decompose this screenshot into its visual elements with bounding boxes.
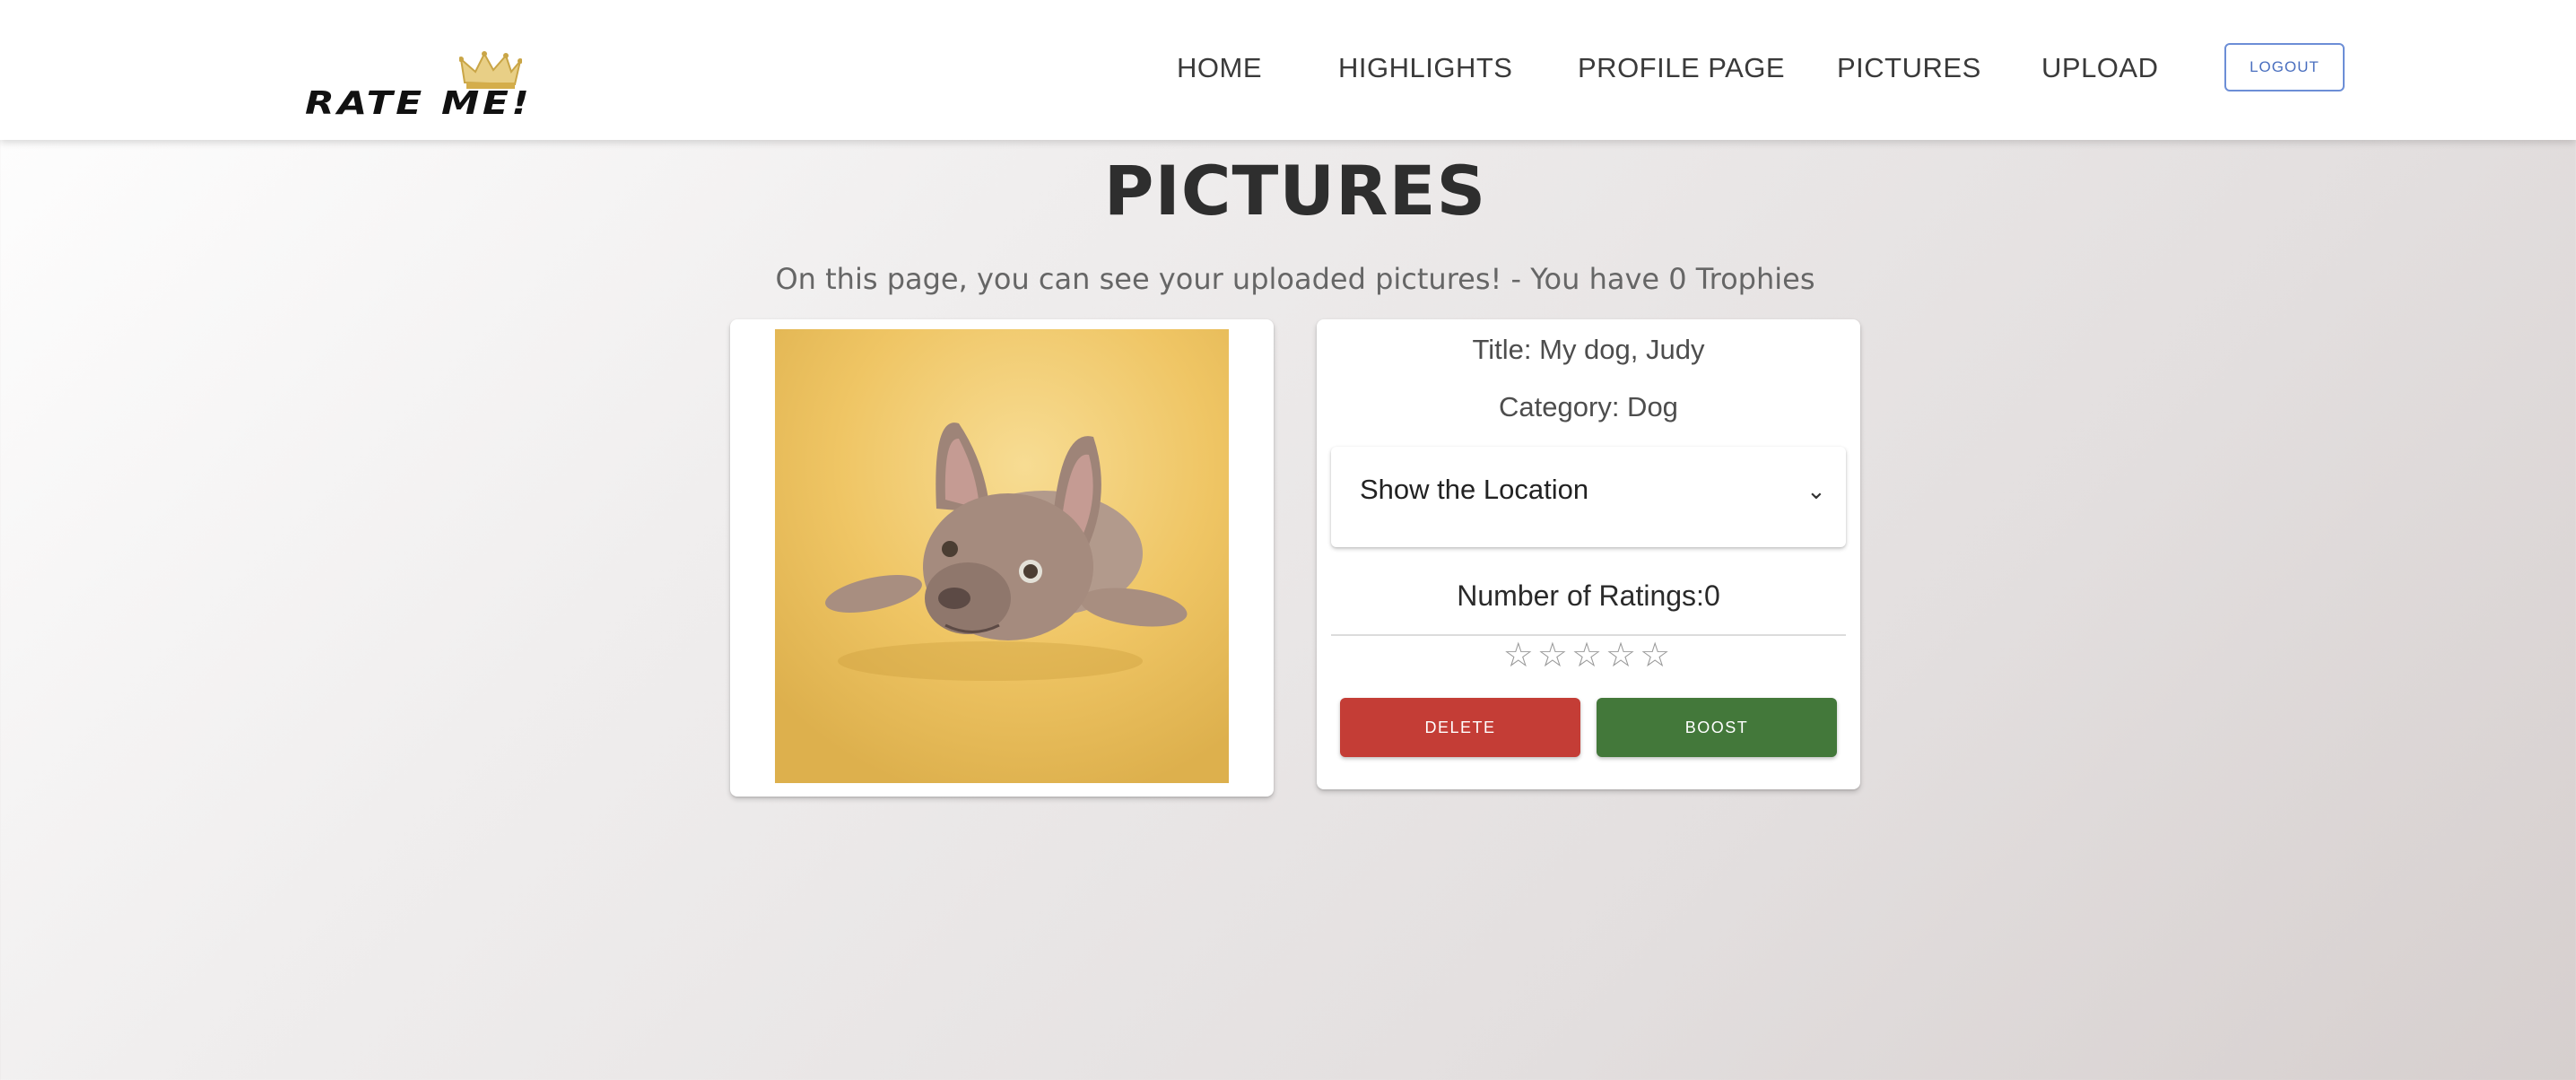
- page-subtitle: On this page, you can see your uploaded …: [775, 262, 1815, 296]
- picture-card: [730, 319, 1274, 797]
- star-4-icon[interactable]: ☆: [1606, 635, 1640, 675]
- picture-details-card: Title: My dog, Judy Category: Dog Show t…: [1317, 319, 1860, 789]
- star-5-icon[interactable]: ☆: [1640, 635, 1674, 675]
- nav-upload[interactable]: UPLOAD: [2041, 52, 2158, 84]
- nav-pictures[interactable]: PICTURES: [1837, 52, 1981, 84]
- logo-text: RATE ME!: [305, 85, 533, 122]
- top-navbar: RATE ME! HOME HIGHLIGHTS PROFILE PAGE PI…: [0, 0, 2576, 140]
- nav-highlights[interactable]: HIGHLIGHTS: [1338, 52, 1512, 84]
- chevron-down-icon: ⌄: [1806, 477, 1826, 504]
- picture-title: Title: My dog, Judy: [1472, 334, 1705, 365]
- location-toggle-label: Show the Location: [1360, 474, 1589, 505]
- star-3-icon[interactable]: ☆: [1571, 635, 1606, 675]
- rate-me-logo[interactable]: RATE ME!: [305, 47, 529, 122]
- picture-category: Category: Dog: [1499, 391, 1678, 422]
- show-location-expander[interactable]: Show the Location ⌄: [1331, 447, 1846, 547]
- logout-button[interactable]: LOGOUT: [2224, 43, 2345, 91]
- nav-profile-page[interactable]: PROFILE PAGE: [1578, 52, 1785, 84]
- ratings-count: Number of Ratings:0: [1457, 579, 1720, 612]
- star-rating: ☆☆☆☆☆: [1317, 635, 1860, 675]
- nav-home[interactable]: HOME: [1177, 52, 1262, 84]
- star-1-icon[interactable]: ☆: [1503, 635, 1537, 675]
- page-title: PICTURES: [1103, 151, 1487, 231]
- boost-button[interactable]: BOOST: [1597, 698, 1837, 757]
- french-bulldog-image: [775, 329, 1229, 783]
- star-2-icon[interactable]: ☆: [1537, 635, 1571, 675]
- uploaded-picture: [775, 329, 1229, 783]
- delete-button[interactable]: DELETE: [1340, 698, 1580, 757]
